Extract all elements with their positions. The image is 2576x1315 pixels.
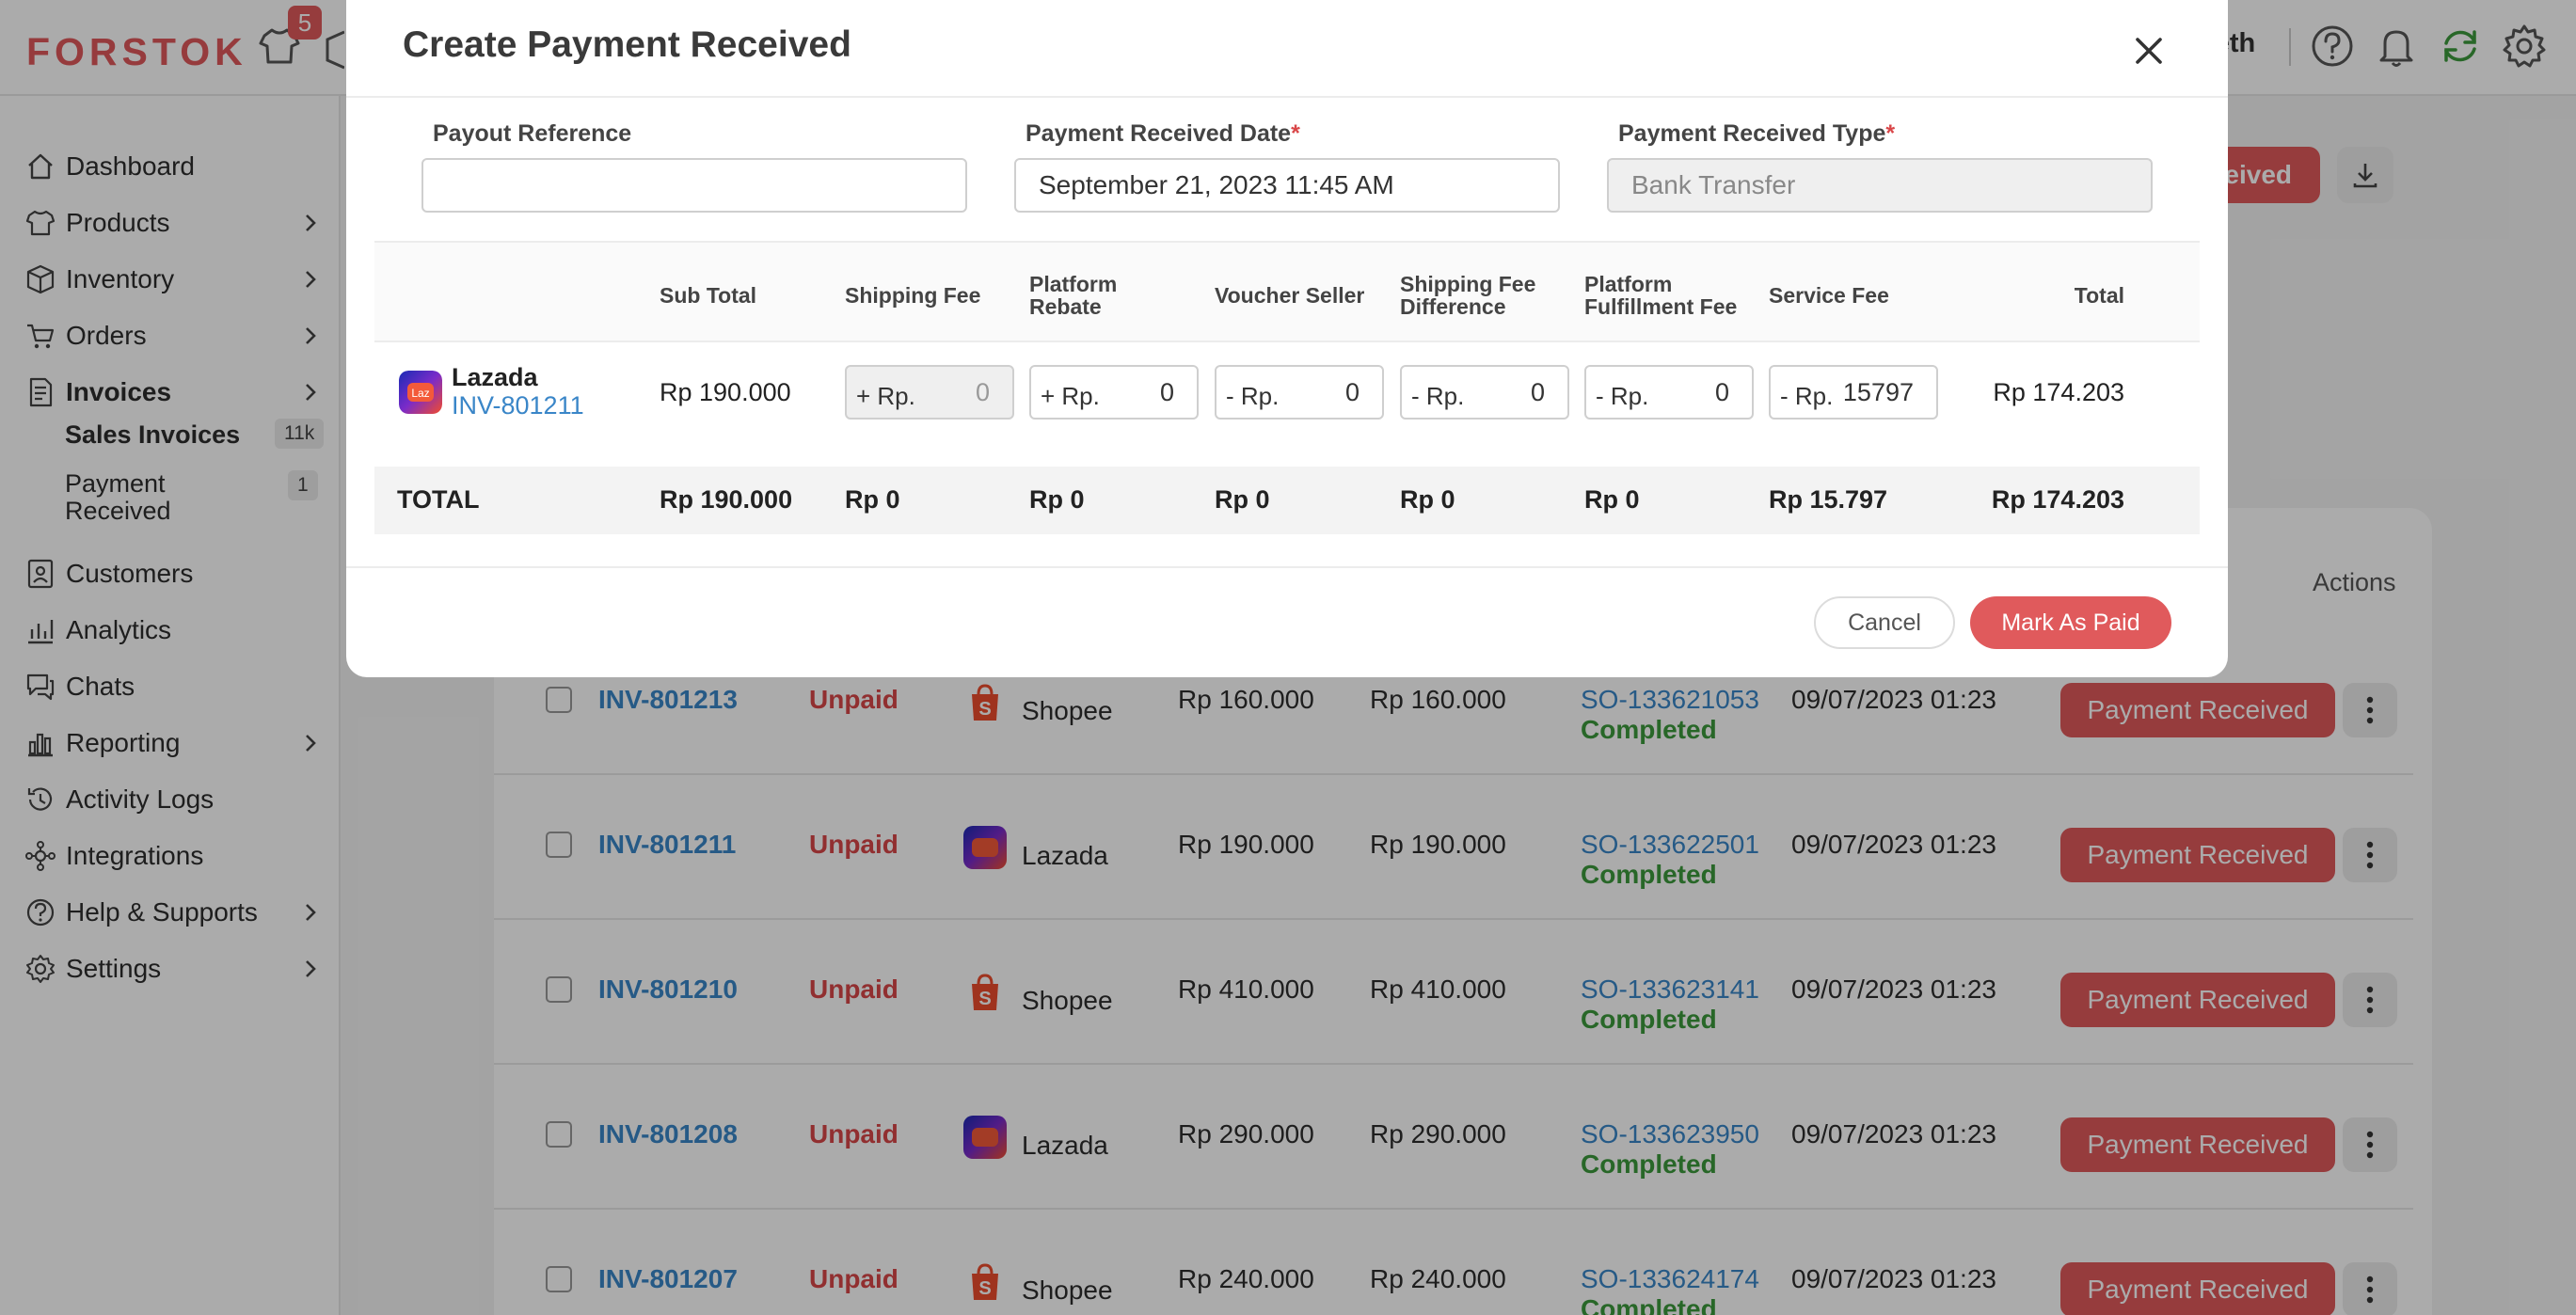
totals-shipping-fee-difference: Rp 0: [1400, 485, 1455, 514]
column-header-platform-fulfillment-fee: Platform Fulfillment Fee: [1584, 272, 1738, 319]
item-marketplace-name: Lazada: [452, 363, 538, 391]
totals-shipping-fee: Rp 0: [845, 485, 900, 514]
totals-platform-fulfillment-fee: Rp 0: [1584, 485, 1640, 514]
shipping-fee-input: + Rp. 0: [845, 365, 1014, 420]
cancel-button[interactable]: Cancel: [1814, 596, 1955, 649]
totals-service-fee: Rp 15.797: [1769, 485, 1888, 514]
payment-date-input[interactable]: [1014, 158, 1560, 213]
close-icon[interactable]: [2132, 34, 2166, 68]
totals-sub-total: Rp 190.000: [660, 485, 793, 514]
payment-date-label: Payment Received Date*: [1026, 120, 1300, 147]
item-sub-total: Rp 190.000: [660, 378, 791, 406]
totals-platform-rebate: Rp 0: [1029, 485, 1085, 514]
lazada-logo-icon: Laz: [399, 371, 442, 414]
payout-reference-input[interactable]: [421, 158, 967, 213]
totals-total: Rp 174.203: [1991, 485, 2124, 514]
column-header-service-fee: Service Fee: [1769, 283, 1889, 308]
shipping-fee-difference-input[interactable]: - Rp. 0: [1400, 365, 1569, 420]
column-header-platform-rebate: Platform Rebate: [1029, 272, 1118, 319]
totals-label: TOTAL: [397, 485, 480, 514]
column-header-total: Total: [2074, 283, 2124, 308]
column-header-sub-total: Sub Total: [660, 283, 757, 308]
payout-reference-label: Payout Reference: [433, 120, 632, 147]
column-header-shipping-fee: Shipping Fee: [845, 283, 981, 308]
item-total: Rp 174.203: [1993, 378, 2124, 406]
platform-fulfillment-fee-input[interactable]: - Rp. 0: [1584, 365, 1754, 420]
payment-type-label: Payment Received Type*: [1618, 120, 1896, 147]
mark-as-paid-button[interactable]: Mark As Paid: [1970, 596, 2171, 649]
modal-title: Create Payment Received: [403, 24, 851, 65]
modal-footer-divider: [346, 566, 2228, 568]
totals-voucher-seller: Rp 0: [1215, 485, 1270, 514]
platform-rebate-input[interactable]: + Rp. 0: [1029, 365, 1199, 420]
column-header-shipping-fee-difference: Shipping Fee Difference: [1400, 272, 1536, 319]
payment-type-input: [1607, 158, 2153, 213]
item-invoice-link[interactable]: INV-801211: [452, 391, 584, 420]
modal-header-divider: [346, 96, 2228, 98]
svg-text:Laz: Laz: [411, 387, 429, 400]
column-header-voucher-seller: Voucher Seller: [1215, 283, 1365, 308]
voucher-seller-input[interactable]: - Rp. 0: [1215, 365, 1384, 420]
